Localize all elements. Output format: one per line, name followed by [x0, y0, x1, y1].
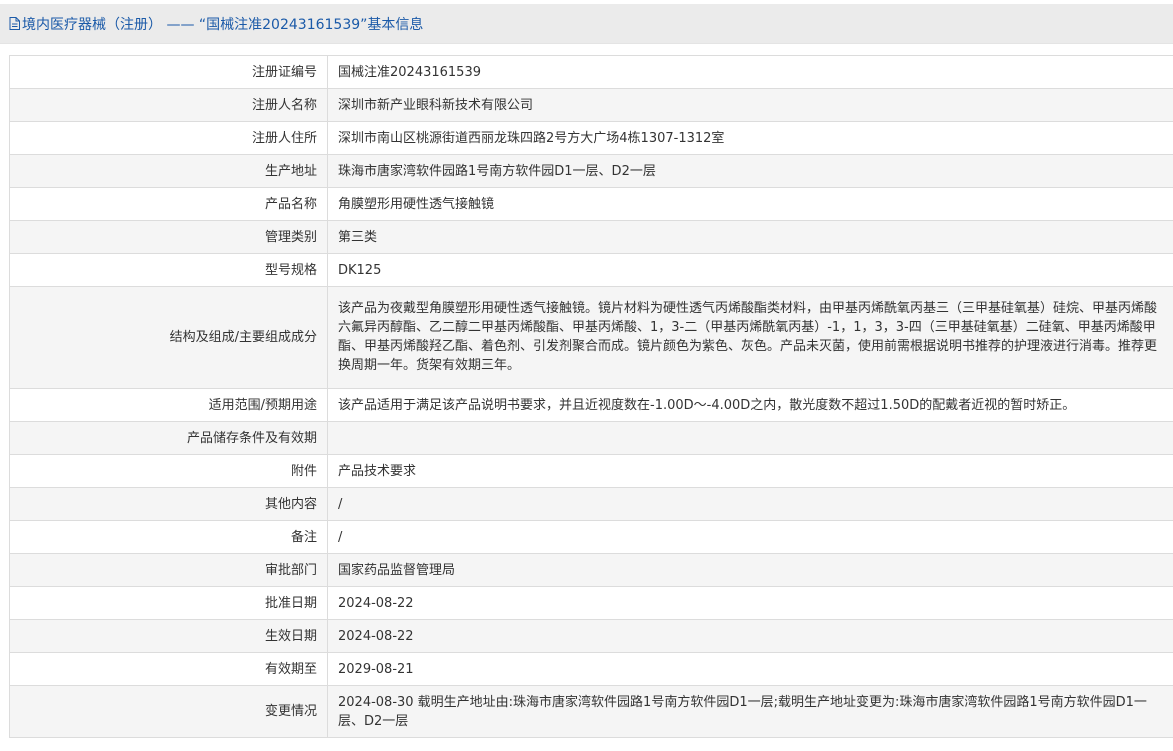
table-row: 产品名称 角膜塑形用硬性透气接触镜 — [9, 187, 1173, 221]
table-row: 有效期至 2029-08-21 — [9, 652, 1173, 686]
row-value: 2024-08-30 载明生产地址由:珠海市唐家湾软件园路1号南方软件园D1一层… — [327, 685, 1173, 738]
row-label: 型号规格 — [9, 253, 328, 287]
table-row: 注册人名称 深圳市新产业眼科新技术有限公司 — [9, 88, 1173, 122]
table-row: 批准日期 2024-08-22 — [9, 586, 1173, 620]
row-label: 其他内容 — [9, 487, 328, 521]
row-value: 该产品适用于满足该产品说明书要求，并且近视度数在-1.00D～-4.00D之内，… — [327, 388, 1173, 422]
row-value: / — [327, 520, 1173, 554]
row-value: 国家药品监督管理局 — [327, 553, 1173, 587]
row-value: 国械注准20243161539 — [327, 55, 1173, 89]
row-value: 深圳市南山区桃源街道西丽龙珠四路2号方大广场4栋1307-1312室 — [327, 121, 1173, 155]
row-label: 适用范围/预期用途 — [9, 388, 328, 422]
table-row: 生产地址 珠海市唐家湾软件园路1号南方软件园D1一层、D2一层 — [9, 154, 1173, 188]
table-row: 附件 产品技术要求 — [9, 454, 1173, 488]
table-row: 变更情况 2024-08-30 载明生产地址由:珠海市唐家湾软件园路1号南方软件园… — [9, 685, 1173, 738]
row-value: 该产品为夜戴型角膜塑形用硬性透气接触镜。镜片材料为硬性透气丙烯酸酯类材料，由甲基… — [327, 286, 1173, 389]
row-label: 备注 — [9, 520, 328, 554]
row-label: 生效日期 — [9, 619, 328, 653]
table-row: 注册证编号 国械注准20243161539 — [9, 55, 1173, 89]
row-label: 产品名称 — [9, 187, 328, 221]
row-value: 第三类 — [327, 220, 1173, 254]
table-row: 产品储存条件及有效期 — [9, 421, 1173, 455]
document-icon — [9, 17, 20, 30]
row-label: 注册证编号 — [9, 55, 328, 89]
table-row: 管理类别 第三类 — [9, 220, 1173, 254]
table-row: 审批部门 国家药品监督管理局 — [9, 553, 1173, 587]
table-row: 其他内容 / — [9, 487, 1173, 521]
row-value: 2029-08-21 — [327, 652, 1173, 686]
table-row: 备注 / — [9, 520, 1173, 554]
device-info-table: 注册证编号 国械注准20243161539 注册人名称 深圳市新产业眼科新技术有限公… — [9, 55, 1173, 738]
row-label: 变更情况 — [9, 685, 328, 738]
row-label: 审批部门 — [9, 553, 328, 587]
row-label: 有效期至 — [9, 652, 328, 686]
row-value: 珠海市唐家湾软件园路1号南方软件园D1一层、D2一层 — [327, 154, 1173, 188]
row-value: DK125 — [327, 253, 1173, 287]
row-value: / — [327, 487, 1173, 521]
row-label: 结构及组成/主要组成成分 — [9, 286, 328, 389]
row-label: 注册人名称 — [9, 88, 328, 122]
row-value: 2024-08-22 — [327, 586, 1173, 620]
table-row: 生效日期 2024-08-22 — [9, 619, 1173, 653]
row-value — [327, 421, 1173, 455]
row-value: 产品技术要求 — [327, 454, 1173, 488]
table-row: 注册人住所 深圳市南山区桃源街道西丽龙珠四路2号方大广场4栋1307-1312室 — [9, 121, 1173, 155]
row-label: 管理类别 — [9, 220, 328, 254]
page-title-bar: 境内医疗器械（注册） —— “国械注准20243161539”基本信息 — [0, 4, 1173, 44]
row-label: 附件 — [9, 454, 328, 488]
row-label: 生产地址 — [9, 154, 328, 188]
row-value: 角膜塑形用硬性透气接触镜 — [327, 187, 1173, 221]
row-value: 深圳市新产业眼科新技术有限公司 — [327, 88, 1173, 122]
page-title: 境内医疗器械（注册） —— “国械注准20243161539”基本信息 — [22, 16, 424, 33]
table-row: 型号规格 DK125 — [9, 253, 1173, 287]
row-value: 2024-08-22 — [327, 619, 1173, 653]
row-label: 注册人住所 — [9, 121, 328, 155]
row-label: 批准日期 — [9, 586, 328, 620]
table-row: 适用范围/预期用途 该产品适用于满足该产品说明书要求，并且近视度数在-1.00D～… — [9, 388, 1173, 422]
row-label: 产品储存条件及有效期 — [9, 421, 328, 455]
table-row: 结构及组成/主要组成成分 该产品为夜戴型角膜塑形用硬性透气接触镜。镜片材料为硬性透… — [9, 286, 1173, 389]
